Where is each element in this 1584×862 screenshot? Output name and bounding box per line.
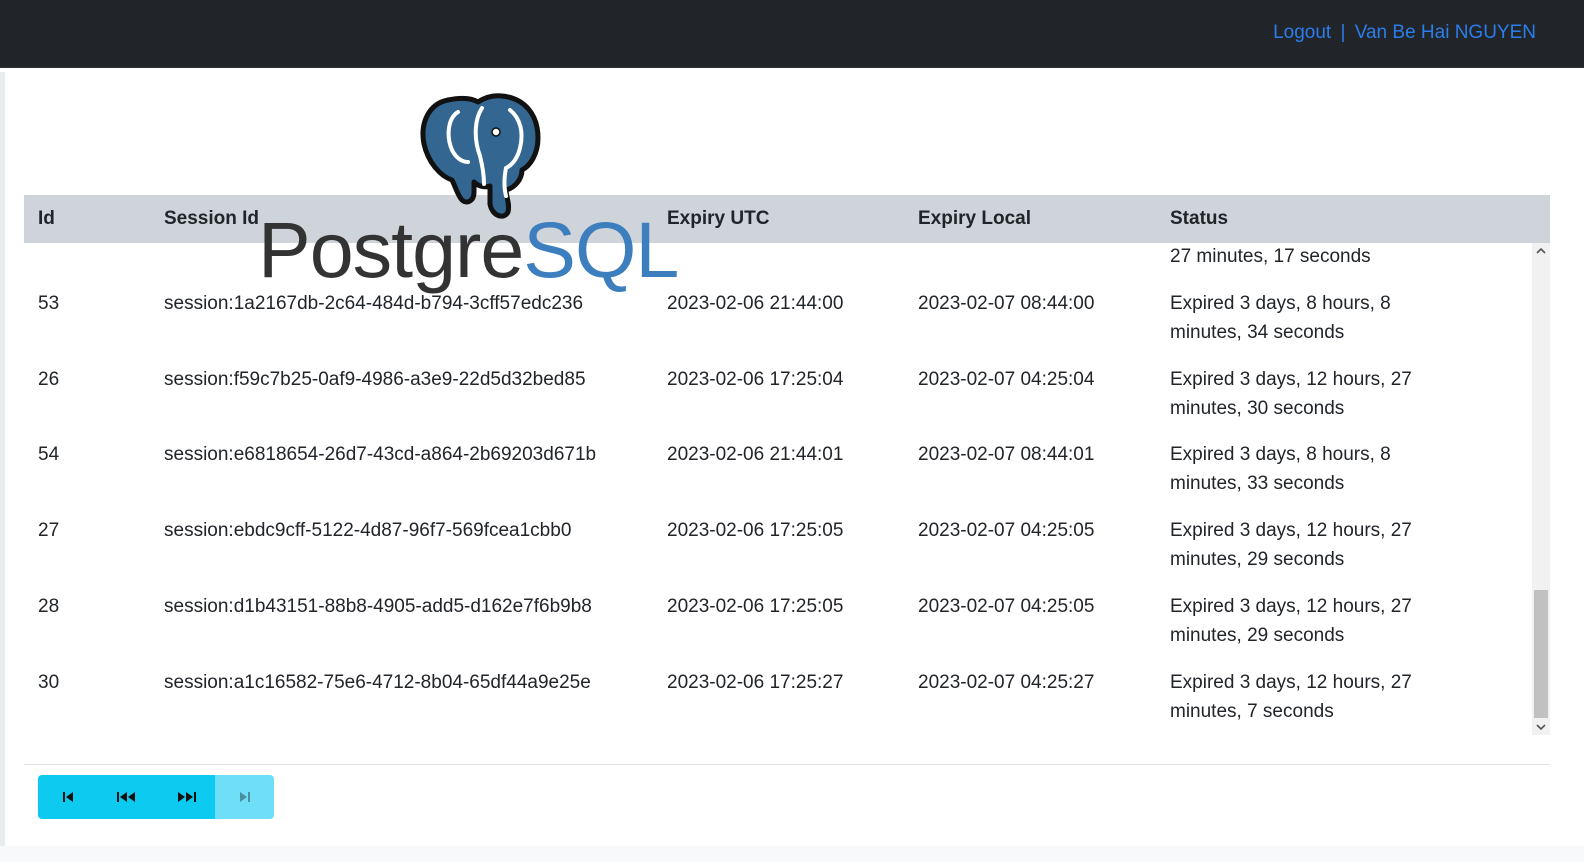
chevron-up-icon[interactable] (1532, 243, 1550, 259)
cell-expiry-local: 2023-02-07 08:44:00 (918, 293, 1095, 314)
cell-status: Expired 3 days, 12 hours, 27 minutes, 29… (1170, 596, 1412, 646)
cell-session-id: session:e6818654-26d7-43cd-a864-2b69203d… (164, 444, 597, 465)
wordmark-part2: SQL (523, 205, 679, 294)
last-page-icon (239, 792, 250, 802)
cell-expiry-local: 2023-02-07 04:25:05 (918, 520, 1095, 541)
logout-link[interactable]: Logout (1273, 22, 1331, 43)
footer-divider (24, 764, 1550, 765)
cell-id: 26 (38, 369, 60, 390)
cell-status: Expired 3 days, 12 hours, 27 minutes, 30… (1170, 369, 1412, 419)
table-row: 28 session:d1b43151-88b8-4905-add5-d162e… (24, 592, 1532, 668)
table-row: 53 session:1a2167db-2c64-484d-b794-3cff5… (24, 289, 1532, 365)
header-status: Status (1170, 208, 1229, 229)
cell-status: Expired 3 days, 12 hours, 27 minutes, 29… (1170, 520, 1412, 570)
postgresql-logo: PostgreSQL (258, 92, 718, 292)
table-header: Id Session Id Expiry UTC Expiry Local St… (24, 195, 1550, 243)
cell-status: Expired 3 days, 12 hours, 27 minutes, 7 … (1170, 672, 1412, 722)
nav-separator: | (1340, 22, 1346, 43)
cell-id: 54 (38, 444, 60, 465)
nav-links: Logout | Van Be Hai NGUYEN (1273, 22, 1536, 44)
cell-id: 27 (38, 520, 60, 541)
first-page-button[interactable] (38, 775, 97, 819)
cell-expiry-utc: 2023-02-06 17:25:27 (667, 672, 844, 693)
cell-session-id: session:ebdc9cff-5122-4d87-96f7-569fcea1… (164, 520, 572, 541)
bottom-band (0, 846, 1584, 862)
next-page-icon (177, 792, 196, 802)
postgresql-wordmark: PostgreSQL (258, 210, 679, 290)
sessions-table: Id Session Id Expiry UTC Expiry Local St… (24, 195, 1550, 735)
wordmark-part1: Postgre (258, 205, 524, 294)
cell-expiry-utc: 2023-02-06 17:25:04 (667, 369, 844, 390)
previous-page-button[interactable] (97, 775, 156, 819)
elephant-icon (420, 93, 541, 219)
previous-page-icon (116, 792, 135, 802)
table-row: 30 session:a1c16582-75e6-4712-8b04-65df4… (24, 668, 1532, 735)
table-row: 54 session:e6818654-26d7-43cd-a864-2b692… (24, 440, 1532, 516)
last-page-button[interactable] (215, 775, 274, 819)
cell-session-id: session:f59c7b25-0af9-4986-a3e9-22d5d32b… (164, 369, 586, 390)
cell-session-id: session:d1b43151-88b8-4905-add5-d162e7f6… (164, 596, 592, 617)
cell-id: 53 (38, 293, 60, 314)
table-body[interactable]: 27 minutes, 17 seconds 53 session:1a2167… (24, 243, 1532, 735)
cell-status: Expired 3 days, 8 hours, 8 minutes, 33 s… (1170, 444, 1391, 494)
table-row: 27 session:ebdc9cff-5122-4d87-96f7-569fc… (24, 516, 1532, 592)
cell-expiry-local: 2023-02-07 04:25:04 (918, 369, 1095, 390)
cell-session-id: session:a1c16582-75e6-4712-8b04-65df44a9… (164, 672, 591, 693)
header-id: Id (38, 208, 55, 229)
cell-expiry-local: 2023-02-07 08:44:01 (918, 444, 1095, 465)
next-page-button[interactable] (156, 775, 215, 819)
user-name-link[interactable]: Van Be Hai NGUYEN (1355, 22, 1536, 43)
scroll-thumb[interactable] (1534, 590, 1548, 718)
table-scrollbar[interactable] (1532, 243, 1550, 735)
header-session-id: Session Id (164, 208, 260, 229)
cell-id: 28 (38, 596, 60, 617)
header-expiry-local: Expiry Local (918, 208, 1031, 229)
first-page-icon (62, 792, 73, 802)
table-row: 26 session:f59c7b25-0af9-4986-a3e9-22d5d… (24, 365, 1532, 441)
partial-row-status: 27 minutes, 17 seconds (1170, 246, 1371, 267)
cell-expiry-utc: 2023-02-06 17:25:05 (667, 596, 844, 617)
chevron-down-icon[interactable] (1532, 719, 1550, 735)
top-navbar: Logout | Van Be Hai NGUYEN (0, 0, 1584, 68)
cell-status: Expired 3 days, 8 hours, 8 minutes, 34 s… (1170, 293, 1391, 343)
cell-expiry-utc: 2023-02-06 21:44:00 (667, 293, 844, 314)
cell-expiry-utc: 2023-02-06 21:44:01 (667, 444, 844, 465)
pagination (38, 775, 274, 819)
cell-id: 30 (38, 672, 60, 693)
cell-expiry-utc: 2023-02-06 17:25:05 (667, 520, 844, 541)
cell-expiry-local: 2023-02-07 04:25:27 (918, 672, 1095, 693)
cell-expiry-local: 2023-02-07 04:25:05 (918, 596, 1095, 617)
